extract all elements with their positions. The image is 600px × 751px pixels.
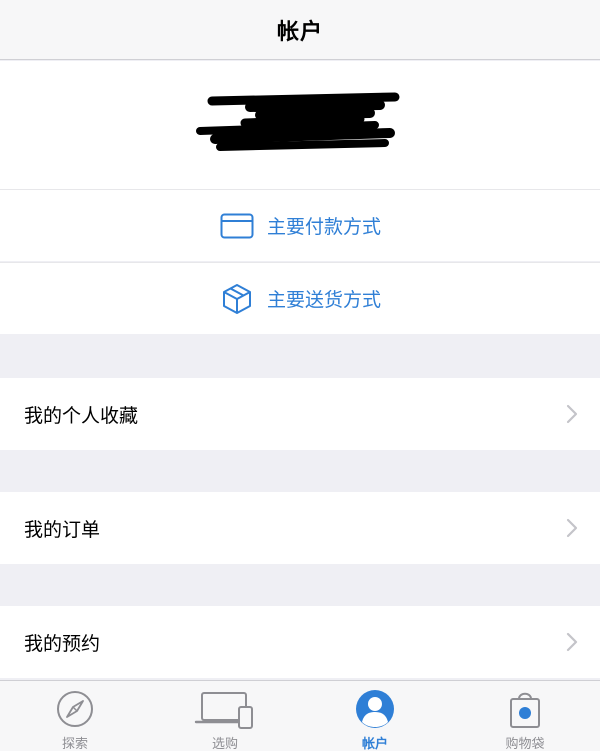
package-box-icon	[219, 281, 255, 317]
tab-bag-label: 购物袋	[505, 737, 545, 751]
reservations-label: 我的预约	[24, 632, 101, 655]
orders-label: 我的订单	[24, 518, 101, 541]
tab-account[interactable]: 帐户	[300, 681, 450, 751]
credit-card-icon	[219, 208, 255, 244]
navigation-bar: 帐户	[0, 0, 600, 60]
devices-icon	[194, 687, 256, 731]
bag-icon	[507, 687, 543, 731]
favorites-label: 我的个人收藏	[24, 404, 139, 427]
primary-payment-method-button[interactable]: 主要付款方式	[0, 189, 600, 261]
tab-bag[interactable]: 购物袋	[450, 681, 600, 751]
primary-shipping-label: 主要送货方式	[266, 289, 381, 311]
chevron-right-icon	[566, 632, 578, 652]
person-icon	[355, 687, 395, 731]
tab-bar: 探索 选购 帐户 购物袋	[0, 680, 600, 751]
chevron-right-icon	[566, 518, 578, 538]
tab-account-label: 帐户	[361, 737, 388, 751]
tab-shop[interactable]: 选购	[150, 681, 300, 751]
orders-list-item[interactable]: 我的订单	[0, 492, 600, 564]
tab-shop-label: 选购	[211, 737, 238, 751]
tab-explore[interactable]: 探索	[0, 681, 150, 751]
page-title: 帐户	[276, 19, 323, 45]
tab-explore-label: 探索	[61, 737, 88, 751]
favorites-list-item[interactable]: 我的个人收藏	[0, 378, 600, 450]
profile-section	[0, 61, 600, 189]
compass-icon	[55, 687, 95, 731]
chevron-right-icon	[566, 404, 578, 424]
reservations-list-item[interactable]: 我的预约	[0, 606, 600, 678]
primary-payment-label: 主要付款方式	[266, 216, 381, 238]
redacted-name-scribble	[196, 92, 400, 151]
primary-shipping-method-button[interactable]: 主要送货方式	[0, 262, 600, 334]
